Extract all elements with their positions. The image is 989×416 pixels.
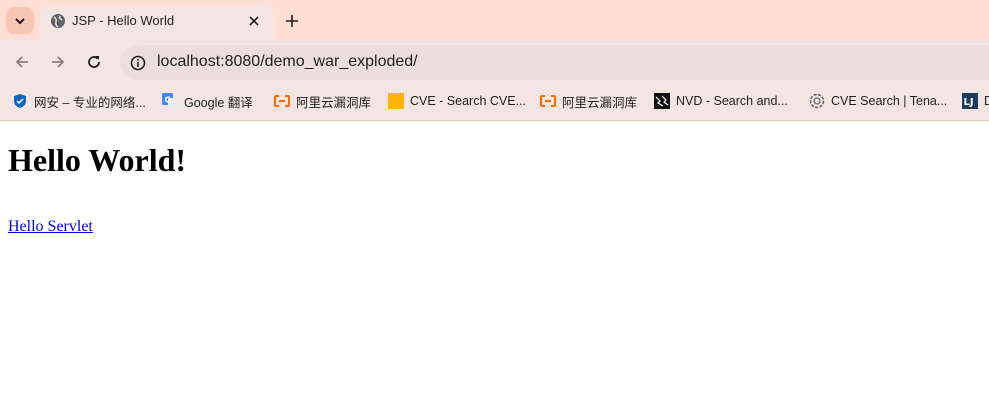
- bookmark-aliyun-2[interactable]: 阿里云漏洞库: [540, 92, 637, 110]
- bookmark-label: Google 翻译: [184, 95, 253, 110]
- bookmark-label: 阿里云漏洞库: [296, 95, 372, 110]
- lj-icon: LJ: [962, 93, 978, 109]
- tab-active[interactable]: JSP - Hello World: [40, 5, 274, 40]
- reload-button[interactable]: [82, 50, 106, 74]
- bookmark-lj[interactable]: LJ D: [962, 92, 989, 110]
- bookmark-google-translate[interactable]: G Google 翻译: [162, 92, 253, 110]
- bookmark-label: 阿里云漏洞库: [562, 95, 638, 110]
- tab-close-button[interactable]: [244, 11, 264, 31]
- page-content: Hello World! Hello Servlet: [8, 121, 989, 416]
- tab-search-button[interactable]: [6, 7, 34, 34]
- close-icon: [249, 16, 259, 26]
- bookmark-wangan[interactable]: 网安 – 专业的网络...: [12, 92, 146, 110]
- arrow-right-icon: [52, 56, 65, 68]
- nvd-icon: [654, 93, 670, 109]
- globe-icon: [51, 14, 65, 28]
- bookmark-label: NVD - Search and...: [676, 94, 788, 108]
- url-text: localhost:8080/demo_war_exploded/: [157, 53, 418, 70]
- bookmark-tenable[interactable]: CVE Search | Tena...: [809, 92, 947, 110]
- page-heading: Hello World!: [8, 142, 187, 178]
- arrow-left-icon: [15, 56, 28, 68]
- toolbar: localhost:8080/demo_war_exploded/: [0, 40, 989, 84]
- hello-servlet-link[interactable]: Hello Servlet: [8, 218, 93, 236]
- bookmark-label: D: [984, 94, 989, 108]
- chevron-down-icon: [15, 17, 25, 24]
- google-translate-icon: G: [162, 93, 178, 109]
- bookmark-label: CVE - Search CVE...: [410, 94, 527, 108]
- site-info-button[interactable]: [128, 53, 148, 73]
- svg-text:LJ: LJ: [964, 97, 974, 108]
- shield-icon: [14, 94, 26, 108]
- cve-icon: [388, 93, 404, 109]
- reload-icon: [88, 56, 100, 68]
- back-button[interactable]: [10, 50, 34, 74]
- bookmarks-bar: 网安 – 专业的网络... G Google 翻译 阿里云漏洞库 CVE - S…: [0, 84, 989, 121]
- svg-text:G: G: [165, 96, 172, 105]
- bookmark-label: 网安 – 专业的网络...: [34, 95, 146, 110]
- aliyun-icon: [540, 95, 556, 107]
- tab-title: JSP - Hello World: [72, 13, 175, 28]
- tenable-icon: [809, 93, 825, 109]
- bookmark-label: CVE Search | Tena...: [831, 94, 948, 108]
- plus-icon: [286, 15, 298, 27]
- new-tab-button[interactable]: [280, 9, 304, 33]
- forward-button[interactable]: [46, 50, 70, 74]
- aliyun-icon: [274, 95, 290, 107]
- bookmark-cve-search[interactable]: CVE - Search CVE...: [388, 92, 526, 110]
- tab-strip: JSP - Hello World: [0, 0, 989, 40]
- address-bar[interactable]: localhost:8080/demo_war_exploded/: [120, 45, 989, 80]
- bookmark-aliyun-1[interactable]: 阿里云漏洞库: [274, 92, 371, 110]
- bookmark-nvd[interactable]: NVD - Search and...: [654, 92, 788, 110]
- info-icon: [130, 55, 146, 71]
